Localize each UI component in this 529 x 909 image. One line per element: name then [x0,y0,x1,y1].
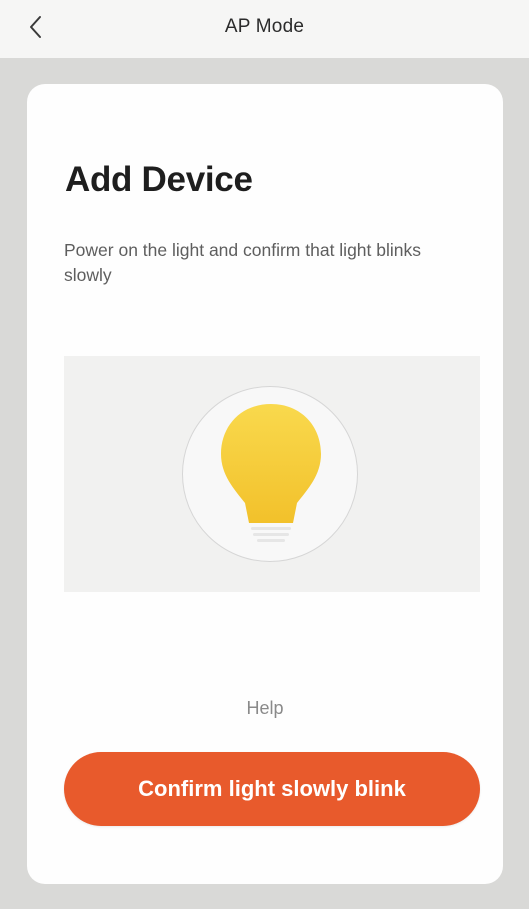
lightbulb-icon [221,404,321,542]
illustration-circle [182,386,358,562]
device-illustration [64,356,480,592]
instruction-text: Power on the light and confirm that ligh… [64,240,421,285]
confirm-blink-button[interactable]: Confirm light slowly blink [64,752,480,826]
page-title: AP Mode [224,16,305,37]
navigation-bar: AP Mode [0,0,529,58]
help-link[interactable]: Help [27,698,503,719]
add-device-card: Add Device Power on the light and confir… [27,84,503,884]
card-heading: Add Device [65,160,253,199]
